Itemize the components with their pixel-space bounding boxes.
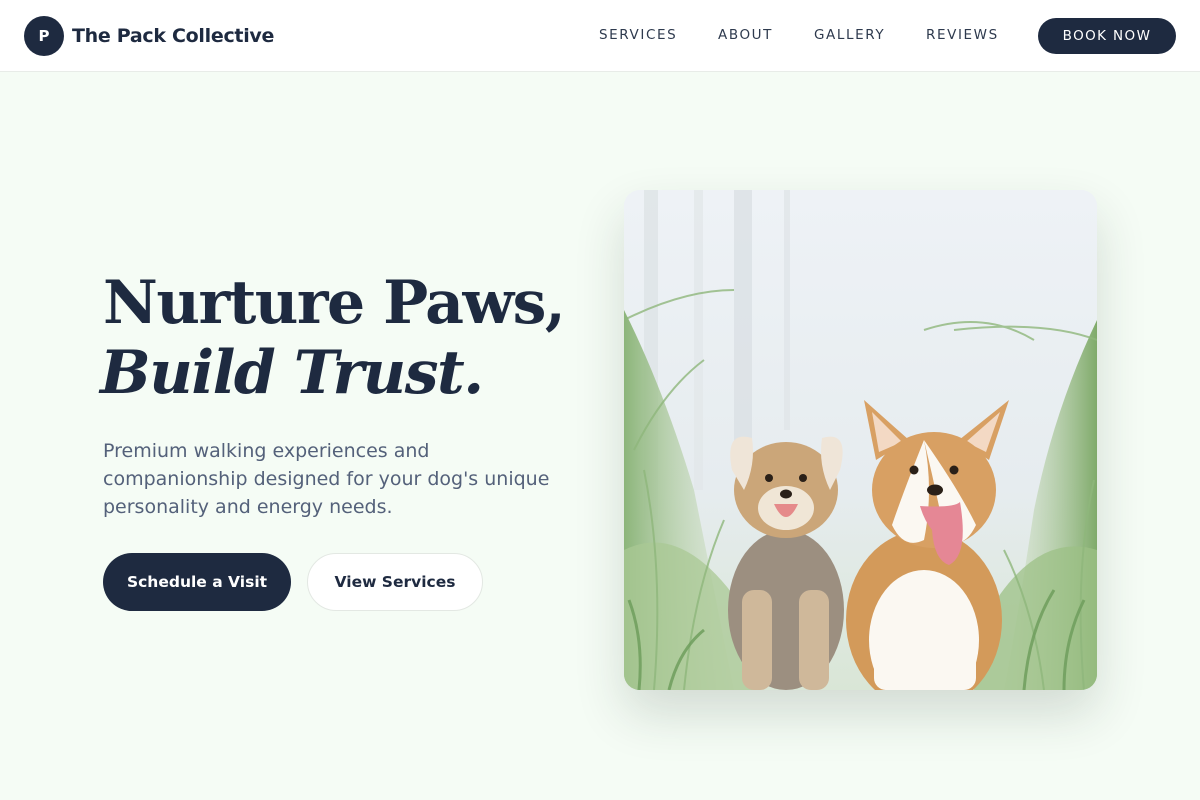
nav-link-gallery[interactable]: GALLERY [814,24,885,46]
view-services-button[interactable]: View Services [307,553,483,611]
hero-subtext: Premium walking experiences and companio… [103,440,550,518]
site-header: P The Pack Collective SERVICES ABOUT GAL… [0,0,1200,72]
dogs-in-grass-illustration [624,190,1097,690]
nav-link-about[interactable]: ABOUT [718,24,773,46]
hero-dog-photo [624,190,1097,690]
nav-link-reviews[interactable]: REVIEWS [926,24,999,46]
schedule-visit-button[interactable]: Schedule a Visit [103,553,291,611]
hero-headline: Nurture Paws, Build Trust. [100,268,603,408]
nav-link-services[interactable]: SERVICES [599,24,677,46]
hero-headline-line1: Nurture Paws, [103,268,566,338]
logo-badge[interactable]: P [24,16,64,56]
hero-headline-line2: Build Trust. [100,338,484,408]
brand-name[interactable]: The Pack Collective [72,22,274,50]
small-terrier-dog [728,436,844,690]
book-now-button[interactable]: BOOK NOW [1038,18,1176,54]
